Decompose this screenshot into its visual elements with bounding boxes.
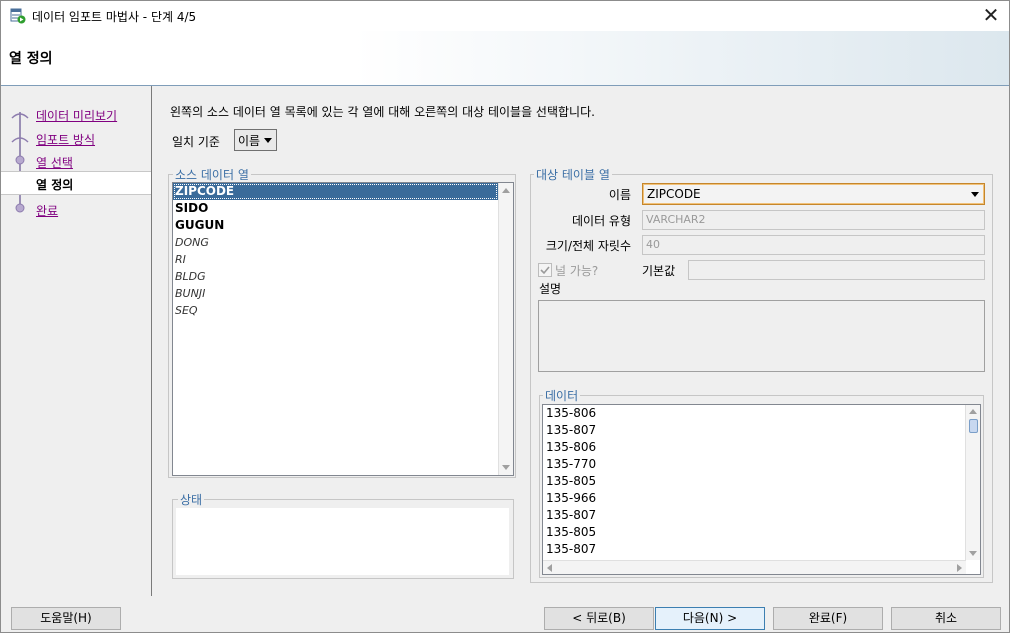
nav-item-column-define[interactable]: 열 정의 [1, 171, 151, 195]
finish-button[interactable]: 완료(F) [773, 607, 883, 630]
instruction-text: 왼쪽의 소스 데이터 열 목록에 있는 각 열에 대해 오른쪽의 대상 테이블을… [170, 105, 595, 119]
nav-item-label: 열 정의 [36, 178, 74, 192]
nav-item-label[interactable]: 열 선택 [36, 154, 73, 171]
data-row[interactable]: 135-806 [543, 405, 966, 422]
default-field [688, 260, 985, 280]
step-header: 열 정의 [1, 31, 1009, 86]
data-row[interactable]: 135-770 [543, 456, 966, 473]
nav-item-import-method[interactable]: 임포트 방식 [1, 127, 151, 149]
size-value: 40 [646, 238, 660, 251]
help-button[interactable]: 도움말(H) [11, 607, 121, 630]
source-columns-list[interactable]: ZIPCODE SIDO GUGUN DONG RI BLDG BUNJI SEQ [172, 182, 514, 476]
data-row[interactable]: 135-806 [543, 439, 966, 456]
description-label: 설명 [539, 282, 562, 296]
data-preview-list[interactable]: 135-806 135-807 135-806 135-770 135-805 135-9… [542, 404, 981, 575]
nav-item-label[interactable]: 완료 [36, 202, 58, 219]
nav-item-finish[interactable]: 완료 [1, 198, 151, 220]
scroll-thumb[interactable] [969, 419, 978, 433]
chevron-down-icon [264, 138, 272, 143]
back-button[interactable]: < 뒤로(B) [544, 607, 654, 630]
source-list-items: ZIPCODE SIDO GUGUN DONG RI BLDG BUNJI SEQ [173, 183, 498, 319]
data-row[interactable]: 135-966 [543, 490, 966, 507]
source-column-item[interactable]: BUNJI [173, 285, 498, 302]
data-type-label: 데이터 유형 [571, 214, 631, 228]
status-label: 상태 [178, 491, 205, 508]
data-type-field: VARCHAR2 [642, 210, 985, 230]
scroll-up-icon[interactable] [502, 188, 510, 193]
source-column-item[interactable]: ZIPCODE [173, 183, 498, 200]
source-column-item[interactable]: SIDO [173, 200, 498, 217]
data-row[interactable]: 135-807 [543, 422, 966, 439]
next-button[interactable]: 다음(N) > [655, 607, 765, 630]
data-list-items: 135-806 135-807 135-806 135-770 135-805 135-9… [543, 405, 966, 558]
nav-item-label[interactable]: 데이터 미리보기 [36, 107, 117, 124]
nullable-checkbox[interactable] [538, 263, 552, 277]
checkmark-icon [540, 266, 550, 275]
description-field [538, 300, 985, 372]
target-columns-label: 대상 테이블 열 [534, 166, 612, 183]
source-column-item[interactable]: GUGUN [173, 217, 498, 234]
match-value: 이름 [238, 134, 261, 148]
nav-item-label[interactable]: 임포트 방식 [36, 131, 95, 148]
data-preview-label: 데이터 [543, 387, 581, 404]
match-label: 일치 기준 [172, 135, 220, 149]
scroll-left-icon[interactable] [547, 564, 552, 572]
size-field: 40 [642, 235, 985, 255]
nullable-label: 널 가능? [555, 264, 599, 278]
data-row[interactable]: 135-807 [543, 507, 966, 524]
scroll-right-icon[interactable] [957, 564, 962, 572]
nav-item-column-select[interactable]: 열 선택 [1, 150, 151, 172]
title-bar: 데이터 임포트 마법사 - 단계 4/5 ✕ [1, 1, 1009, 31]
scroll-down-icon[interactable] [502, 465, 510, 470]
data-list-vscrollbar[interactable] [965, 405, 980, 560]
size-label: 크기/전체 자릿수 [545, 239, 631, 253]
status-area [176, 508, 509, 575]
source-columns-label: 소스 데이터 열 [173, 166, 251, 183]
wizard-nav: 데이터 미리보기 임포트 방식 열 선택 열 정의 완료 [1, 86, 152, 596]
data-row[interactable]: 135-807 [543, 541, 966, 558]
import-wizard-icon [10, 8, 26, 24]
window-title: 데이터 임포트 마법사 - 단계 4/5 [32, 10, 197, 24]
step-title: 열 정의 [9, 51, 53, 67]
default-label: 기본값 [642, 264, 676, 278]
nav-item-data-preview[interactable]: 데이터 미리보기 [1, 103, 151, 125]
source-column-item[interactable]: SEQ [173, 302, 498, 319]
data-type-value: VARCHAR2 [646, 213, 706, 226]
close-icon[interactable]: ✕ [981, 4, 1001, 28]
wizard-window: 데이터 임포트 마법사 - 단계 4/5 ✕ 열 정의 데이터 미리보기 임포트… [0, 0, 1010, 633]
main-content: 왼쪽의 소스 데이터 열 목록에 있는 각 열에 대해 오른쪽의 대상 테이블을… [152, 86, 1009, 596]
scroll-up-icon[interactable] [969, 409, 977, 414]
source-column-item[interactable]: BLDG [173, 268, 498, 285]
data-row[interactable]: 135-805 [543, 473, 966, 490]
data-row[interactable]: 135-805 [543, 524, 966, 541]
name-label: 이름 [608, 188, 631, 202]
target-name-value: ZIPCODE [647, 187, 701, 201]
cancel-button[interactable]: 취소 [891, 607, 1001, 630]
scroll-down-icon[interactable] [969, 551, 977, 556]
chevron-down-icon [971, 192, 979, 197]
match-combo[interactable]: 이름 [234, 129, 277, 151]
data-list-hscrollbar[interactable] [543, 560, 966, 574]
target-name-combo[interactable]: ZIPCODE [642, 183, 985, 205]
source-column-item[interactable]: RI [173, 251, 498, 268]
source-column-item[interactable]: DONG [173, 234, 498, 251]
